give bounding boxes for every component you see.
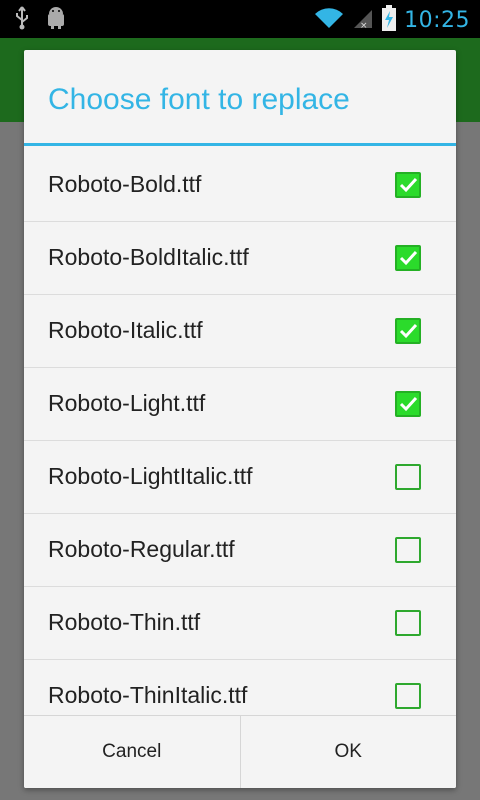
android-debug-icon: [44, 6, 68, 35]
font-list[interactable]: Roboto-Bold.ttf Roboto-BoldItalic.ttf Ro…: [24, 149, 456, 766]
list-item[interactable]: Roboto-Italic.ttf: [24, 295, 456, 368]
font-item-label: Roboto-Bold.ttf: [48, 171, 202, 197]
ok-button[interactable]: OK: [239, 716, 457, 788]
cancel-button[interactable]: Cancel: [24, 716, 240, 788]
font-item-label: Roboto-LightItalic.ttf: [48, 463, 253, 489]
status-bar: × 10:25: [0, 0, 480, 38]
checkbox-checked[interactable]: [395, 172, 421, 198]
list-item[interactable]: Roboto-Light.ttf: [24, 368, 456, 441]
list-item[interactable]: Roboto-LightItalic.ttf: [24, 441, 456, 514]
checkbox-checked[interactable]: [395, 318, 421, 344]
status-clock: 10:25: [404, 8, 470, 33]
checkbox-unchecked[interactable]: [395, 464, 421, 490]
list-item[interactable]: Roboto-Bold.ttf: [24, 149, 456, 222]
font-item-label: Roboto-Regular.ttf: [48, 536, 235, 562]
battery-charging-icon: [382, 5, 397, 36]
status-right: × 10:25: [314, 5, 470, 36]
font-item-label: Roboto-Thin.ttf: [48, 609, 201, 635]
status-left: [14, 6, 68, 35]
font-item-label: Roboto-Italic.ttf: [48, 317, 203, 343]
svg-text:×: ×: [360, 21, 368, 30]
checkbox-unchecked[interactable]: [395, 537, 421, 563]
font-item-label: Roboto-ThinItalic.ttf: [48, 682, 248, 708]
font-picker-dialog: Choose font to replace Roboto-Bold.ttf R…: [24, 50, 456, 788]
list-item[interactable]: Roboto-Thin.ttf: [24, 587, 456, 660]
checkbox-checked[interactable]: [395, 391, 421, 417]
wifi-icon: [314, 6, 344, 35]
dialog-button-bar: Cancel OK: [24, 715, 456, 788]
font-item-label: Roboto-Light.ttf: [48, 390, 206, 416]
checkbox-unchecked[interactable]: [395, 610, 421, 636]
checkbox-unchecked[interactable]: [395, 683, 421, 709]
checkbox-checked[interactable]: [395, 245, 421, 271]
signal-icon: ×: [352, 6, 374, 35]
dialog-title: Choose font to replace: [24, 50, 456, 146]
font-item-label: Roboto-BoldItalic.ttf: [48, 244, 249, 270]
list-item[interactable]: Roboto-BoldItalic.ttf: [24, 222, 456, 295]
list-item[interactable]: Roboto-Regular.ttf: [24, 514, 456, 587]
usb-icon: [14, 6, 30, 35]
